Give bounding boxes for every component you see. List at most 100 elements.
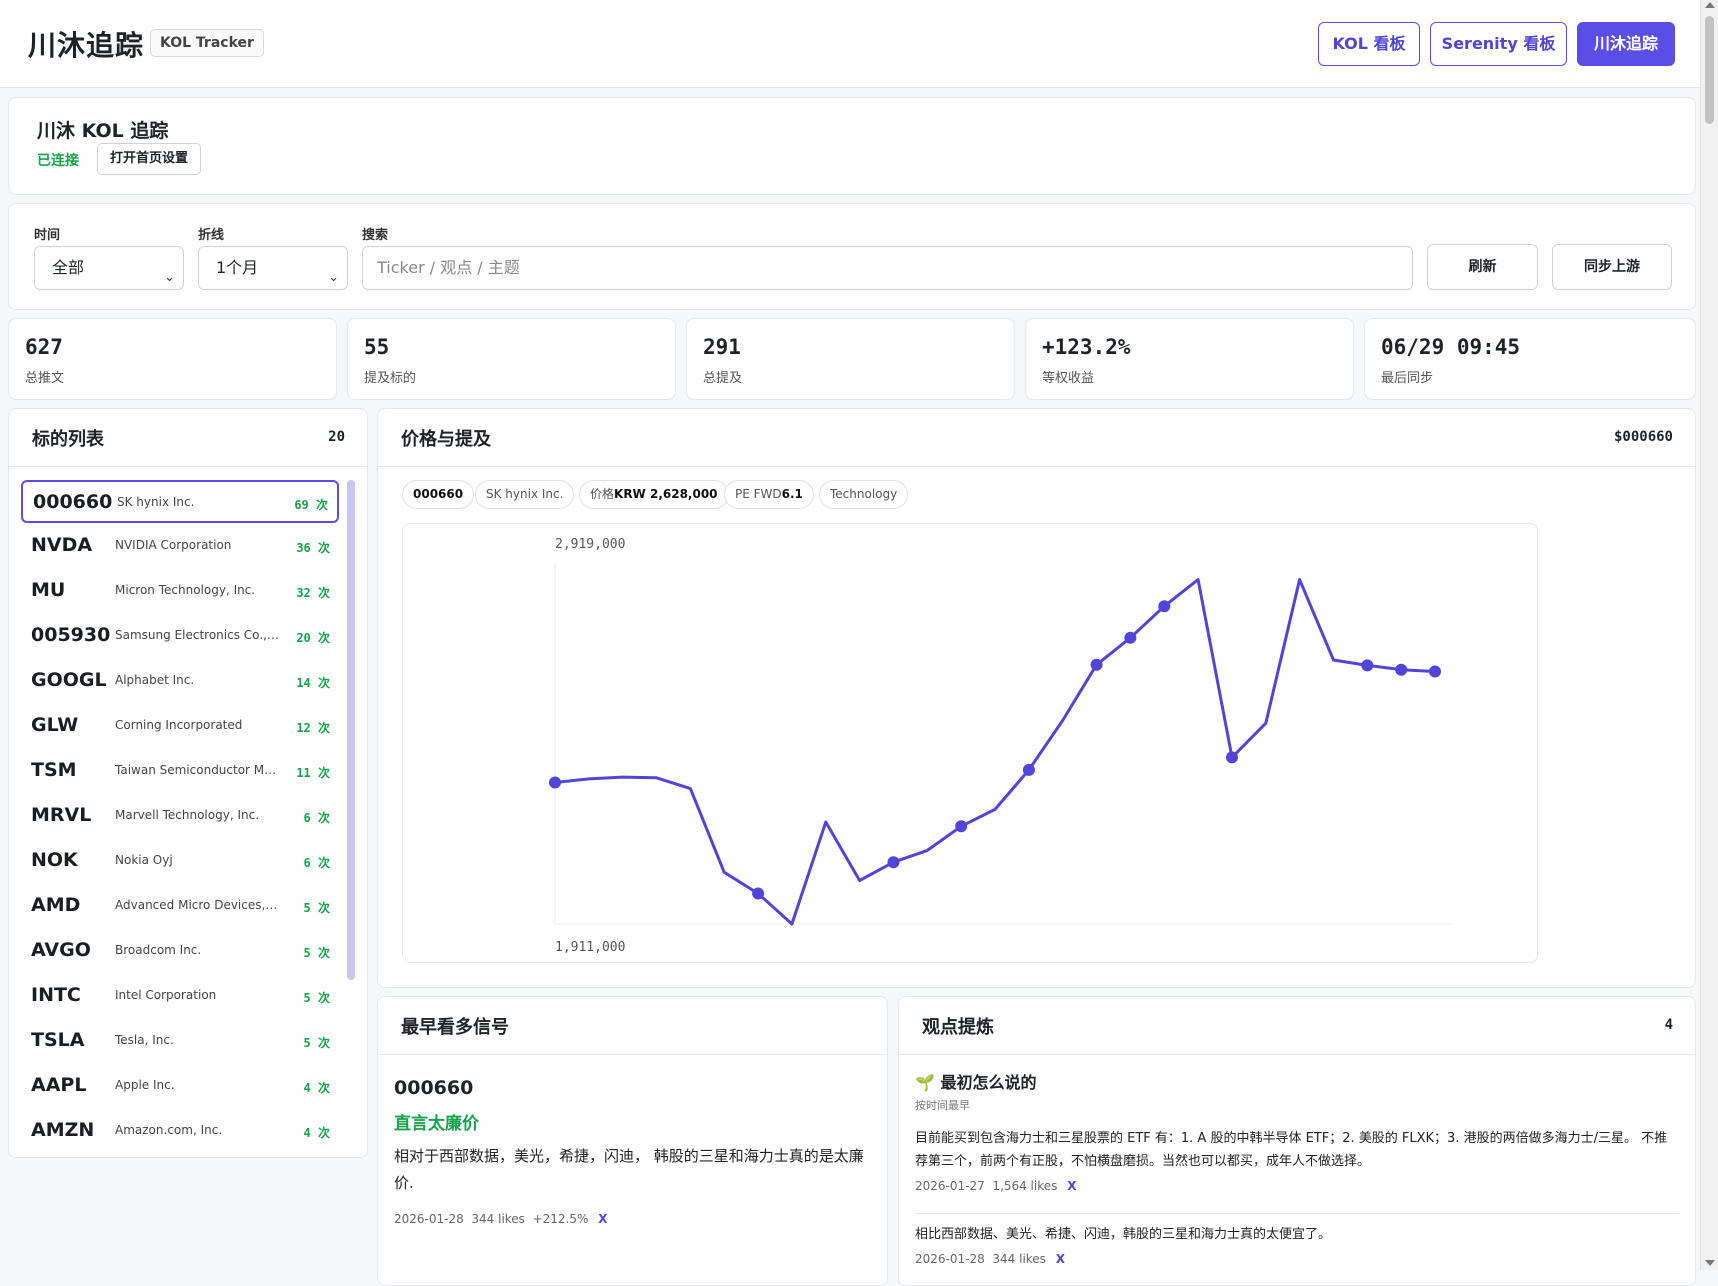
mention-point[interactable] (1361, 659, 1374, 672)
ticker-list-count: 20 (328, 429, 345, 445)
ticker-company: Marvell Technology, Inc. (115, 808, 260, 822)
divider (899, 1054, 1695, 1055)
mention-point[interactable] (1090, 658, 1103, 671)
insight-date: 2026-01-28 (915, 1252, 985, 1266)
stat-card-total-posts: 627 总推文 (8, 318, 337, 400)
chip-ticker-value: 000660 (413, 487, 464, 501)
ticker-row[interactable]: MU Micron Technology, Inc. 32 次 (21, 570, 339, 613)
ticker-company: Advanced Micro Devices, Inc. (115, 898, 280, 912)
ticker-row[interactable]: NVDA NVIDIA Corporation 36 次 (21, 525, 339, 568)
insight-source-link[interactable]: X (1056, 1252, 1065, 1266)
ticker-company: Apple Inc. (115, 1078, 175, 1092)
mention-point[interactable] (887, 856, 900, 869)
brand-tag: KOL Tracker (150, 29, 264, 57)
nav-serenity-board-button[interactable]: Serenity 看板 (1430, 22, 1567, 66)
signal-date: 2026-01-28 (394, 1212, 464, 1226)
mention-point[interactable] (1429, 665, 1441, 678)
page-scrollbar[interactable] (1700, 0, 1718, 1270)
ticker-symbol: MRVL (31, 804, 92, 826)
ticker-row[interactable]: TSM Taiwan Semiconductor Manufacturing 1… (21, 750, 339, 793)
mention-point[interactable] (752, 887, 765, 900)
insight-source-link[interactable]: X (1067, 1179, 1076, 1193)
ticker-symbol: GOOGL (31, 669, 107, 691)
kol-title: 川沐 KOL 追踪 (37, 120, 169, 142)
ticker-row[interactable]: AAPL Apple Inc. 4 次 (21, 1065, 339, 1108)
stat-card-last-sync: 06/29 09:45 最后同步 (1364, 318, 1696, 400)
mention-point[interactable] (1226, 751, 1238, 764)
stat-value: +123.2% (1042, 335, 1131, 359)
connection-status: 已连接 (37, 153, 79, 169)
price-panel-symbol: $000660 (1613, 429, 1673, 445)
signal-ticker: 000660 (394, 1077, 474, 1099)
ticker-row[interactable]: NOK Nokia Oyj 6 次 (21, 840, 339, 883)
stat-label: 等权收益 (1042, 371, 1095, 386)
ticker-company: Broadcom Inc. (115, 943, 202, 957)
ticker-row[interactable]: MRVL Marvell Technology, Inc. 6 次 (21, 795, 339, 838)
ticker-row[interactable]: AMD Advanced Micro Devices, Inc. 5 次 (21, 885, 339, 928)
ticker-mention-count: 69 次 (294, 498, 328, 512)
mention-point[interactable] (1124, 631, 1137, 644)
insight-item: 相比西部数据、美光、希捷、闪迪，韩股的三星和海力士真的太便宜了。 2026-01… (915, 1223, 1679, 1266)
ticker-list-scrollbar[interactable] (347, 470, 355, 1150)
scroll-down-arrow-icon[interactable] (1705, 1260, 1715, 1266)
ticker-company: Samsung Electronics Co., Ltd. (115, 628, 280, 642)
search-input[interactable]: Ticker / 观点 / 主题 (362, 246, 1413, 290)
signal-meta: 2026-01-28 344 likes +212.5% X (394, 1212, 607, 1226)
sync-upstream-button[interactable]: 同步上游 (1552, 244, 1672, 290)
scroll-up-arrow-icon[interactable] (1705, 2, 1715, 8)
ticker-company: Intel Corporation (115, 988, 217, 1002)
insight-likes: 1,564 likes (992, 1179, 1058, 1193)
ticker-row[interactable]: AVGO Broadcom Inc. 5 次 (21, 930, 339, 973)
ticker-row[interactable]: INTC Intel Corporation 5 次 (21, 975, 339, 1018)
top-bar: 川沐追踪 KOL Tracker KOL 看板 Serenity 看板 川沐追踪 (0, 0, 1700, 88)
ticker-symbol: AVGO (31, 939, 91, 961)
insight-meta: 2026-01-27 1,564 likes X (915, 1179, 1679, 1193)
ticker-mention-count: 4 次 (303, 1126, 330, 1140)
time-select[interactable]: 全部 ⌄ (34, 246, 184, 290)
mention-point[interactable] (549, 776, 561, 789)
nav-kol-board-button[interactable]: KOL 看板 (1318, 22, 1420, 66)
signal-source-link[interactable]: X (598, 1212, 607, 1226)
ticker-list-scrollbar-thumb[interactable] (347, 480, 355, 980)
mention-point[interactable] (1022, 763, 1035, 776)
scrollbar-thumb[interactable] (1705, 16, 1714, 124)
ticker-symbol: 000660 (33, 491, 113, 513)
ticker-row[interactable]: TSLA Tesla, Inc. 5 次 (21, 1020, 339, 1063)
stat-value: 55 (364, 335, 390, 359)
mention-point[interactable] (1158, 600, 1171, 613)
ticker-row[interactable]: GLW Corning Incorporated 12 次 (21, 705, 339, 748)
ticker-mention-count: 5 次 (303, 1036, 330, 1050)
time-select-value: 全部 (52, 258, 85, 277)
line-select-value: 1个月 (216, 258, 259, 277)
refresh-button[interactable]: 刷新 (1427, 244, 1538, 290)
ticker-row[interactable]: 000660 SK hynix Inc. 69 次 (21, 480, 339, 523)
insight-text: 相比西部数据、美光、希捷、闪迪，韩股的三星和海力士真的太便宜了。 (915, 1227, 1332, 1242)
line-select[interactable]: 1个月 ⌄ (198, 246, 348, 290)
stat-value: 627 (25, 335, 63, 359)
price-series-line (554, 578, 1436, 926)
mention-point[interactable] (955, 820, 968, 833)
ticker-symbol: AMZN (31, 1119, 95, 1141)
ticker-mention-count: 11 次 (296, 766, 330, 780)
ticker-mention-count: 5 次 (303, 991, 330, 1005)
mention-point[interactable] (1395, 663, 1408, 676)
insight-section-subtitle: 按时间最早 (915, 1099, 970, 1112)
open-settings-button[interactable]: 打开首页设置 (97, 143, 202, 175)
signal-panel-title: 最早看多信号 (401, 1017, 509, 1038)
ticker-mention-count: 36 次 (296, 541, 330, 555)
chip-sector: Technology (819, 480, 909, 509)
insight-text: 目前能买到包含海力士和三星股票的 ETF 有：1. A 股的中韩半导体 ETF；… (915, 1131, 1668, 1169)
ticker-list-title: 标的列表 (32, 429, 104, 450)
line-filter-label: 折线 (198, 228, 225, 243)
earliest-signal-panel: 最早看多信号 000660 直言太廉价 相对于西部数据，美光，希捷，闪迪， 韩股… (377, 996, 888, 1286)
filter-card: 时间 全部 ⌄ 折线 1个月 ⌄ 搜索 Ticker / 观点 / 主题 刷新 … (8, 203, 1696, 310)
price-chart: 2,919,000 1,911,000 (402, 523, 1538, 963)
mention-points (549, 600, 1441, 900)
ticker-row[interactable]: AMZN Amazon.com, Inc. 4 次 (21, 1110, 339, 1153)
chip-pe-value: 6.1 (781, 487, 803, 501)
ticker-row[interactable]: 005930 Samsung Electronics Co., Ltd. 20 … (21, 615, 339, 658)
nav-chuanmu-tracker-button[interactable]: 川沐追踪 (1577, 22, 1675, 66)
chip-price: 价格KRW 2,628,000 (579, 480, 729, 509)
ticker-row[interactable]: GOOGL Alphabet Inc. 14 次 (21, 660, 339, 703)
ticker-symbol: INTC (31, 984, 81, 1006)
